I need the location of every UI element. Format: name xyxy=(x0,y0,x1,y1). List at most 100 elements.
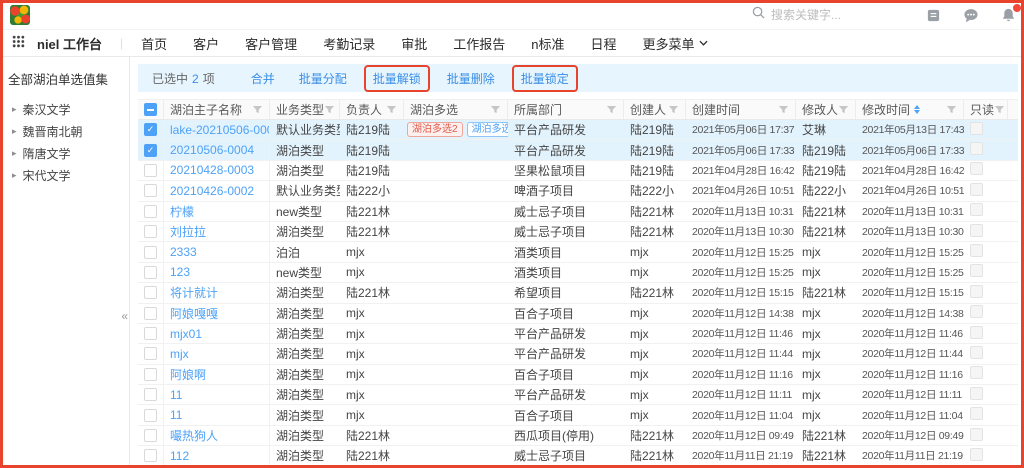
toolbar-action-批量锁定[interactable]: 批量锁定 xyxy=(521,72,569,86)
table-row[interactable]: 123new类型mjx酒类项目mjx2020年11月12日 15:25mjx20… xyxy=(138,263,1018,283)
row-checkbox[interactable] xyxy=(144,164,157,177)
message-icon[interactable] xyxy=(963,8,979,23)
cell-name[interactable]: 嘬热狗人 xyxy=(164,426,270,445)
filter-icon[interactable] xyxy=(668,104,679,115)
readonly-checkbox[interactable] xyxy=(970,448,983,461)
table-row[interactable]: ✓lake-20210506-0005默认业务类型陆219陆湖泊多选2湖泊多选1… xyxy=(138,120,1018,140)
sidebar-tree-item[interactable]: ▸秦汉文学 xyxy=(8,98,121,120)
tree-expand-icon[interactable]: ▸ xyxy=(12,104,17,115)
row-checkbox[interactable] xyxy=(144,368,157,381)
toolbar-action-合并[interactable]: 合并 xyxy=(251,70,275,87)
row-checkbox[interactable] xyxy=(144,225,157,238)
table-row[interactable]: 20210426-0002默认业务类型陆222小啤酒子项目陆222小2021年0… xyxy=(138,181,1018,201)
nav-item[interactable]: 日程 xyxy=(590,34,616,53)
bell-icon[interactable] xyxy=(1001,7,1016,23)
filter-icon[interactable] xyxy=(324,104,335,115)
readonly-checkbox[interactable] xyxy=(970,142,983,155)
workspace-title[interactable]: niel 工作台 xyxy=(37,34,102,53)
filter-icon[interactable] xyxy=(252,104,263,115)
table-row[interactable]: 11湖泊类型mjx百合子项目mjx2020年11月12日 11:04mjx202… xyxy=(138,405,1018,425)
row-checkbox[interactable] xyxy=(144,347,157,360)
nav-item[interactable]: 审批 xyxy=(401,34,427,53)
filter-icon[interactable] xyxy=(838,104,849,115)
cell-name[interactable]: 112 xyxy=(164,446,270,465)
table-row[interactable]: 柠檬new类型陆221林威士忌子项目陆221林2020年11月13日 10:31… xyxy=(138,202,1018,222)
apps-grid-icon[interactable] xyxy=(12,35,25,51)
readonly-checkbox[interactable] xyxy=(970,122,983,135)
table-row[interactable]: 2333泊泊mjx酒类项目mjx2020年11月12日 15:25mjx2020… xyxy=(138,242,1018,262)
cell-name[interactable]: 20210426-0002 xyxy=(164,181,270,200)
readonly-checkbox[interactable] xyxy=(970,326,983,339)
filter-icon[interactable] xyxy=(778,104,789,115)
row-checkbox[interactable] xyxy=(144,184,157,197)
row-checkbox[interactable] xyxy=(144,449,157,462)
readonly-checkbox[interactable] xyxy=(970,305,983,318)
cell-name[interactable]: mjx xyxy=(164,344,270,363)
row-checkbox[interactable] xyxy=(144,205,157,218)
tree-expand-icon[interactable]: ▸ xyxy=(12,170,17,181)
nav-item[interactable]: 考勤记录 xyxy=(323,34,375,53)
table-row[interactable]: 11湖泊类型mjx平台产品研发mjx2020年11月12日 11:11mjx20… xyxy=(138,385,1018,405)
row-checkbox[interactable] xyxy=(144,429,157,442)
column-header-modifier[interactable]: 修改人 xyxy=(796,100,856,119)
cell-name[interactable]: 123 xyxy=(164,263,270,282)
column-header-tags[interactable]: 湖泊多选 xyxy=(404,100,508,119)
cell-name[interactable]: 11 xyxy=(164,385,270,404)
search-input[interactable] xyxy=(771,8,881,22)
readonly-checkbox[interactable] xyxy=(970,346,983,359)
sort-icon[interactable] xyxy=(914,105,920,114)
readonly-checkbox[interactable] xyxy=(970,183,983,196)
row-checkbox[interactable]: ✓ xyxy=(144,123,157,136)
readonly-checkbox[interactable] xyxy=(970,366,983,379)
tree-expand-icon[interactable]: ▸ xyxy=(12,126,17,137)
notebook-icon[interactable] xyxy=(926,8,941,23)
column-header-created[interactable]: 创建时间 xyxy=(686,100,796,119)
table-row[interactable]: mjx湖泊类型mjx平台产品研发mjx2020年11月12日 11:44mjx2… xyxy=(138,344,1018,364)
readonly-checkbox[interactable] xyxy=(970,387,983,400)
cell-name[interactable]: 刘拉拉 xyxy=(164,222,270,241)
readonly-checkbox[interactable] xyxy=(970,428,983,441)
tree-expand-icon[interactable]: ▸ xyxy=(12,148,17,159)
sidebar-tree-item[interactable]: ▸隋唐文学 xyxy=(8,142,121,164)
nav-item[interactable]: 首页 xyxy=(141,34,167,53)
toolbar-action-批量分配[interactable]: 批量分配 xyxy=(299,70,347,87)
multi-select-tag[interactable]: 湖泊多选1 xyxy=(467,122,508,137)
filter-icon[interactable] xyxy=(994,104,1005,115)
filter-icon[interactable] xyxy=(946,104,957,115)
row-checkbox[interactable] xyxy=(144,388,157,401)
table-row[interactable]: mjx01湖泊类型mjx平台产品研发mjx2020年11月12日 11:46mj… xyxy=(138,324,1018,344)
column-header-readonly[interactable]: 只读 xyxy=(964,100,1008,119)
row-checkbox[interactable] xyxy=(144,286,157,299)
toolbar-action-批量解锁[interactable]: 批量解锁 xyxy=(373,72,421,86)
table-row[interactable]: 嘬热狗人湖泊类型陆221林西瓜项目(停用)陆221林2020年11月12日 09… xyxy=(138,426,1018,446)
select-all-checkbox[interactable] xyxy=(144,103,157,116)
row-checkbox[interactable]: ✓ xyxy=(144,144,157,157)
cell-name[interactable]: 将计就计 xyxy=(164,283,270,302)
cell-name[interactable]: 20210428-0003 xyxy=(164,161,270,180)
row-checkbox[interactable] xyxy=(144,327,157,340)
filter-icon[interactable] xyxy=(386,104,397,115)
nav-item[interactable]: n标准 xyxy=(531,34,564,53)
readonly-checkbox[interactable] xyxy=(970,203,983,216)
table-row[interactable]: ✓20210506-0004湖泊类型陆219陆平台产品研发陆219陆2021年0… xyxy=(138,140,1018,160)
filter-icon[interactable] xyxy=(606,104,617,115)
column-header-modified[interactable]: 修改时间 xyxy=(856,100,964,119)
nav-item-more-menu[interactable]: 更多菜单 xyxy=(642,34,707,53)
table-row[interactable]: 阿娘嘎嘎湖泊类型mjx百合子项目mjx2020年11月12日 14:38mjx2… xyxy=(138,304,1018,324)
row-checkbox[interactable] xyxy=(144,307,157,320)
readonly-checkbox[interactable] xyxy=(970,407,983,420)
cell-name[interactable]: 11 xyxy=(164,405,270,424)
readonly-checkbox[interactable] xyxy=(970,244,983,257)
toolbar-action-批量删除[interactable]: 批量删除 xyxy=(447,70,495,87)
table-row[interactable]: 阿娘啊湖泊类型mjx百合子项目mjx2020年11月12日 11:16mjx20… xyxy=(138,365,1018,385)
table-row[interactable]: 20210428-0003湖泊类型陆219陆坚果松鼠项目陆219陆2021年04… xyxy=(138,161,1018,181)
sidebar-tree-item[interactable]: ▸魏晋南北朝 xyxy=(8,120,121,142)
row-checkbox[interactable] xyxy=(144,246,157,259)
readonly-checkbox[interactable] xyxy=(970,264,983,277)
cell-name[interactable]: 20210506-0004 xyxy=(164,140,270,159)
filter-icon[interactable] xyxy=(490,104,501,115)
table-row[interactable]: 112湖泊类型陆221林威士忌子项目陆221林2020年11月11日 21:19… xyxy=(138,446,1018,466)
sidebar-collapse-handle[interactable]: « xyxy=(121,309,128,323)
app-logo[interactable] xyxy=(10,5,30,25)
row-checkbox[interactable] xyxy=(144,266,157,279)
